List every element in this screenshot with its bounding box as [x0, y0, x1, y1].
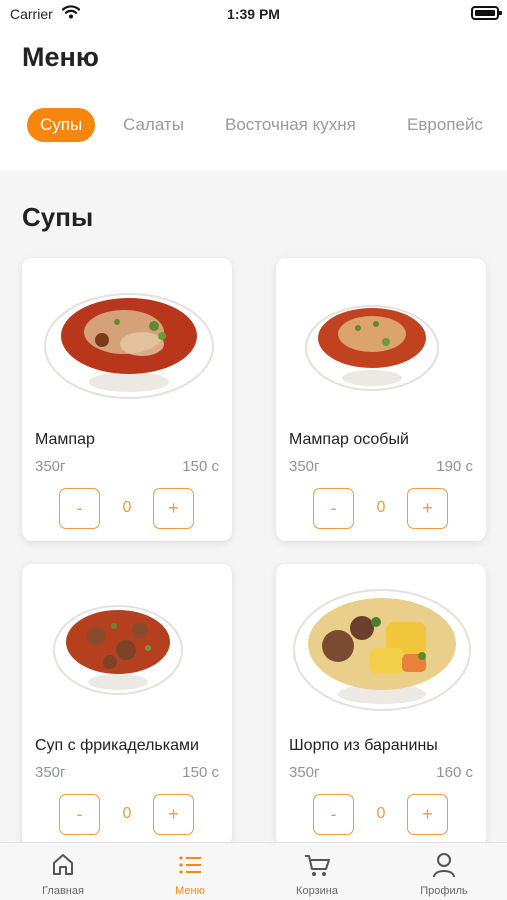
quantity-value: 0 [376, 499, 386, 516]
quantity-value: 0 [122, 805, 132, 822]
tab-soups[interactable]: Супы [27, 108, 96, 142]
decrease-button[interactable]: - [59, 794, 100, 835]
battery-icon [471, 6, 502, 20]
dish-weight: 350г [35, 458, 66, 475]
dish-card[interactable]: Шорпо из баранины 350г 160 с - 0 + [276, 564, 486, 842]
quantity-value: 0 [122, 499, 132, 516]
header: Меню Супы Салаты Восточная кухня Европей… [0, 28, 507, 170]
nav-item-home[interactable]: Главная [0, 843, 126, 900]
menu-content[interactable]: Супы Мампар 350г 150 с - 0 + Мампар особ… [0, 170, 507, 842]
dish-price: 160 с [436, 764, 473, 781]
category-tabs: Супы Салаты Восточная кухня Европейс [0, 108, 507, 142]
tab-european[interactable]: Европейс [407, 108, 483, 142]
increase-button[interactable]: + [407, 794, 448, 835]
dish-name: Мампар особый [289, 431, 409, 448]
quantity-value: 0 [376, 805, 386, 822]
dish-weight: 350г [35, 764, 66, 781]
nav-label: Профиль [420, 885, 468, 897]
clock: 1:39 PM [227, 6, 280, 22]
cart-icon [303, 851, 331, 879]
decrease-button[interactable]: - [313, 488, 354, 529]
dish-image [22, 258, 232, 418]
dish-name: Суп с фрикадельками [35, 737, 199, 754]
nav-item-menu[interactable]: Меню [127, 843, 253, 900]
tab-salads[interactable]: Салаты [123, 108, 184, 142]
profile-icon [430, 851, 458, 879]
nav-item-profile[interactable]: Профиль [381, 843, 507, 900]
list-icon [176, 851, 204, 879]
dish-name: Шорпо из баранины [289, 737, 438, 754]
dish-image [276, 564, 486, 724]
home-icon [49, 851, 77, 879]
dish-price: 150 с [182, 764, 219, 781]
dish-price: 150 с [182, 458, 219, 475]
dish-image [22, 564, 232, 724]
nav-label: Меню [175, 885, 205, 897]
dish-image [276, 258, 486, 418]
page-title: Меню [22, 42, 99, 72]
increase-button[interactable]: + [407, 488, 448, 529]
nav-label: Корзина [296, 885, 338, 897]
decrease-button[interactable]: - [59, 488, 100, 529]
nav-item-cart[interactable]: Корзина [254, 843, 380, 900]
tab-eastern-cuisine[interactable]: Восточная кухня [225, 108, 356, 142]
dish-card[interactable]: Мампар особый 350г 190 с - 0 + [276, 258, 486, 541]
dish-card[interactable]: Суп с фрикадельками 350г 150 с - 0 + [22, 564, 232, 842]
increase-button[interactable]: + [153, 488, 194, 529]
section-title: Супы [22, 202, 94, 232]
bottom-nav: Главная Меню Корзина Профиль [0, 842, 507, 900]
dish-name: Мампар [35, 431, 95, 448]
dish-weight: 350г [289, 458, 320, 475]
dish-weight: 350г [289, 764, 320, 781]
dish-price: 190 с [436, 458, 473, 475]
dish-card[interactable]: Мампар 350г 150 с - 0 + [22, 258, 232, 541]
increase-button[interactable]: + [153, 794, 194, 835]
decrease-button[interactable]: - [313, 794, 354, 835]
nav-label: Главная [42, 885, 84, 897]
status-bar: Carrier 1:39 PM [0, 0, 507, 28]
